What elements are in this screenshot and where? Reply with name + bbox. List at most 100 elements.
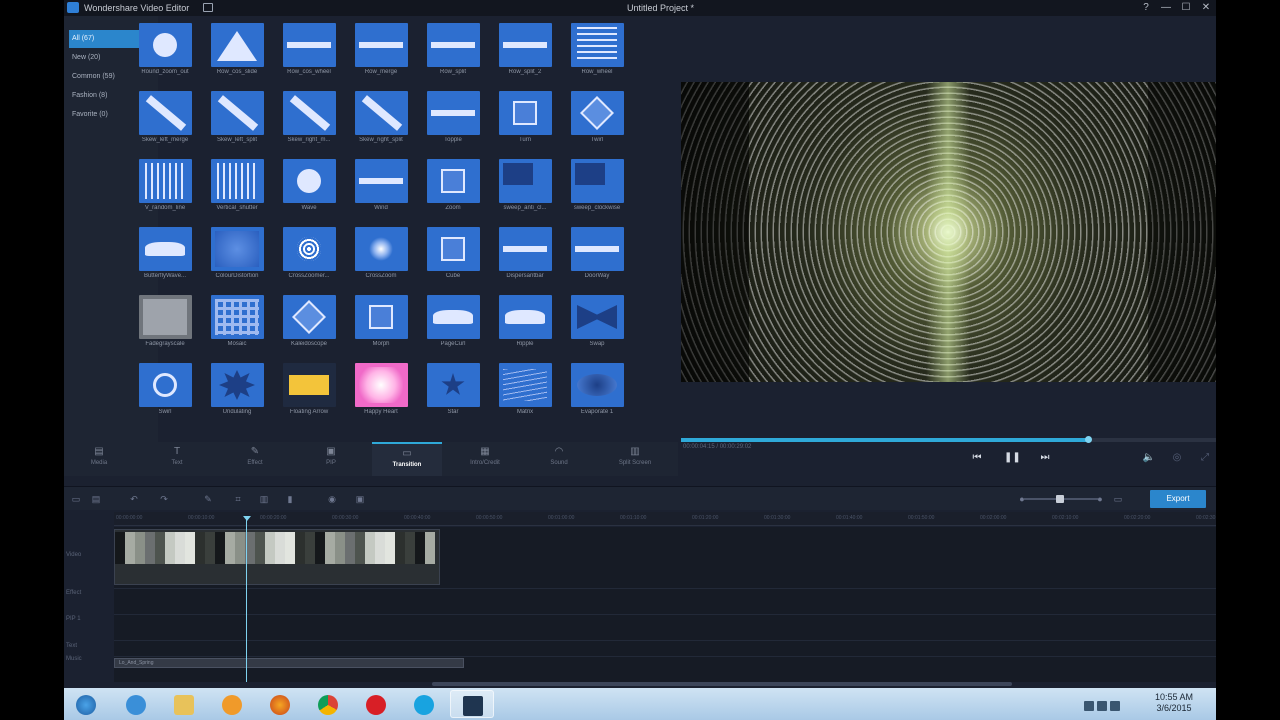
progress-knob[interactable]: [1084, 436, 1092, 443]
system-tray[interactable]: [1084, 698, 1138, 711]
transition-tile[interactable]: DoorWay: [560, 224, 634, 290]
taskbar-video-editor[interactable]: [450, 690, 494, 718]
transition-tile[interactable]: Matrix: [488, 360, 562, 426]
tool-pip[interactable]: ▣ PIP: [296, 442, 366, 476]
scene-detect-icon[interactable]: ▣: [354, 493, 366, 505]
delete-icon[interactable]: ▥: [258, 493, 270, 505]
transition-tile[interactable]: Floating Arrow: [272, 360, 346, 426]
tool-text[interactable]: T Text: [142, 442, 212, 476]
transition-tile[interactable]: Wind: [344, 156, 418, 222]
tool-intro-credit[interactable]: ▦ Intro/Credit: [450, 442, 520, 476]
transition-tile[interactable]: Topple: [416, 88, 490, 154]
transition-tile[interactable]: Skew_right_m...: [272, 88, 346, 154]
transition-tile[interactable]: CrossZoom: [344, 224, 418, 290]
transition-tile[interactable]: Twirl: [560, 88, 634, 154]
storyboard-icon[interactable]: ▤: [90, 493, 102, 505]
taskbar-media-player[interactable]: [210, 690, 254, 718]
timeline-playhead[interactable]: [243, 516, 251, 682]
transition-thumbnail: [499, 363, 552, 407]
close-button[interactable]: ✕: [1198, 1, 1214, 15]
minimize-button[interactable]: —: [1158, 1, 1174, 15]
transition-tile[interactable]: ColourDistortion: [200, 224, 274, 290]
transition-tile[interactable]: Dispersantbar: [488, 224, 562, 290]
timeline-ruler[interactable]: 00:00:00:00 00:00:10:00 00:00:20:00 00:00:3…: [114, 512, 1216, 526]
transition-tile[interactable]: Turn: [488, 88, 562, 154]
transition-tile[interactable]: CrossZoomer...: [272, 224, 346, 290]
help-button[interactable]: ?: [1138, 1, 1154, 15]
transition-tile[interactable]: Row_cos_wheel: [272, 20, 346, 86]
transition-tile[interactable]: Skew_left_merge: [128, 88, 202, 154]
transition-tile[interactable]: Swap: [560, 292, 634, 358]
split-icon[interactable]: ▮: [284, 493, 296, 505]
transition-tile[interactable]: Evaporate 1: [560, 360, 634, 426]
next-frame-button[interactable]: ⏭: [1038, 451, 1052, 465]
edit-icon[interactable]: ✎: [202, 493, 214, 505]
taskbar-explorer[interactable]: [162, 690, 206, 718]
volume-icon[interactable]: 🔈: [1142, 451, 1156, 465]
export-button[interactable]: Export: [1150, 490, 1206, 508]
taskbar-firefox[interactable]: [258, 690, 302, 718]
transition-tile[interactable]: Skew_left_split: [200, 88, 274, 154]
redo-icon[interactable]: ↷: [158, 493, 170, 505]
transition-tile[interactable]: Happy Heart: [344, 360, 418, 426]
transition-thumbnail: [571, 227, 624, 271]
preview-progress-bar[interactable]: [681, 436, 1216, 443]
transition-thumbnail: [571, 91, 624, 135]
taskbar-opera[interactable]: [354, 690, 398, 718]
transition-tile[interactable]: Round_zoom_out: [128, 20, 202, 86]
transition-tile[interactable]: Row_split: [416, 20, 490, 86]
timeline-scrollbar[interactable]: [432, 682, 1012, 686]
transition-tile[interactable]: V_random_line: [128, 156, 202, 222]
tool-split-screen[interactable]: ▥ Split Screen: [600, 442, 670, 476]
transition-tile[interactable]: Mosaic: [200, 292, 274, 358]
tool-effect[interactable]: ✎ Effect: [220, 442, 290, 476]
tool-media[interactable]: ▤ Media: [64, 442, 134, 476]
snapshot-icon[interactable]: ◎: [1170, 451, 1184, 465]
transition-tile[interactable]: Undulating: [200, 360, 274, 426]
taskbar-skype[interactable]: [402, 690, 446, 718]
tool-sound[interactable]: ◠ Sound: [524, 442, 594, 476]
taskbar-ie[interactable]: [114, 690, 158, 718]
transition-tile[interactable]: Row_split_2: [488, 20, 562, 86]
transition-tile[interactable]: Skew_right_split: [344, 88, 418, 154]
transition-tile[interactable]: Row_merge: [344, 20, 418, 86]
transition-tile[interactable]: PageCurl: [416, 292, 490, 358]
export-label: Export: [1166, 494, 1190, 503]
transition-tile[interactable]: Wave: [272, 156, 346, 222]
track-view-icon[interactable]: ▭: [70, 493, 82, 505]
transition-tile[interactable]: Fadegrayscale: [128, 292, 202, 358]
fit-icon[interactable]: ▭: [1112, 493, 1124, 505]
zoom-in-icon[interactable]: ●: [1094, 493, 1106, 505]
taskbar-chrome[interactable]: [306, 690, 350, 718]
transition-tile[interactable]: Cube: [416, 224, 490, 290]
transition-thumbnail: [283, 227, 336, 271]
previous-frame-button[interactable]: ⏮: [970, 451, 984, 465]
transition-tile[interactable]: Row_wheel: [560, 20, 634, 86]
video-clip[interactable]: [114, 529, 440, 585]
transition-tile[interactable]: sweep_clockwise: [560, 156, 634, 222]
transition-tile[interactable]: Vertical_shutter: [200, 156, 274, 222]
zoom-slider[interactable]: [1024, 495, 1098, 503]
zoom-knob[interactable]: [1056, 495, 1064, 503]
transition-tile[interactable]: Swirl: [128, 360, 202, 426]
preview-video[interactable]: [681, 82, 1216, 382]
transition-tile[interactable]: Ripple: [488, 292, 562, 358]
clock[interactable]: 10:55 AM 3/6/2015: [1144, 692, 1204, 714]
transition-tile[interactable]: Kaleidoscope: [272, 292, 346, 358]
transition-tile[interactable]: Morph: [344, 292, 418, 358]
pause-button[interactable]: ❚❚: [1004, 451, 1021, 465]
tool-transition[interactable]: ▭ Transition: [372, 442, 442, 476]
crop-icon[interactable]: ⌗: [232, 493, 244, 505]
transition-tile[interactable]: ButterflyWave...: [128, 224, 202, 290]
start-button[interactable]: [64, 690, 108, 718]
restore-button[interactable]: ☐: [1178, 1, 1194, 15]
undo-icon[interactable]: ↶: [128, 493, 140, 505]
voiceover-icon[interactable]: ◉: [326, 493, 338, 505]
music-clip[interactable]: Lo_And_Spring: [114, 658, 464, 668]
transition-tile[interactable]: sweep_anti_cl...: [488, 156, 562, 222]
transition-tile[interactable]: Star: [416, 360, 490, 426]
fullscreen-icon[interactable]: ⤢: [1198, 451, 1212, 465]
transition-tile[interactable]: Zoom: [416, 156, 490, 222]
transition-tile[interactable]: Row_cos_slide: [200, 20, 274, 86]
save-icon[interactable]: [203, 3, 213, 12]
